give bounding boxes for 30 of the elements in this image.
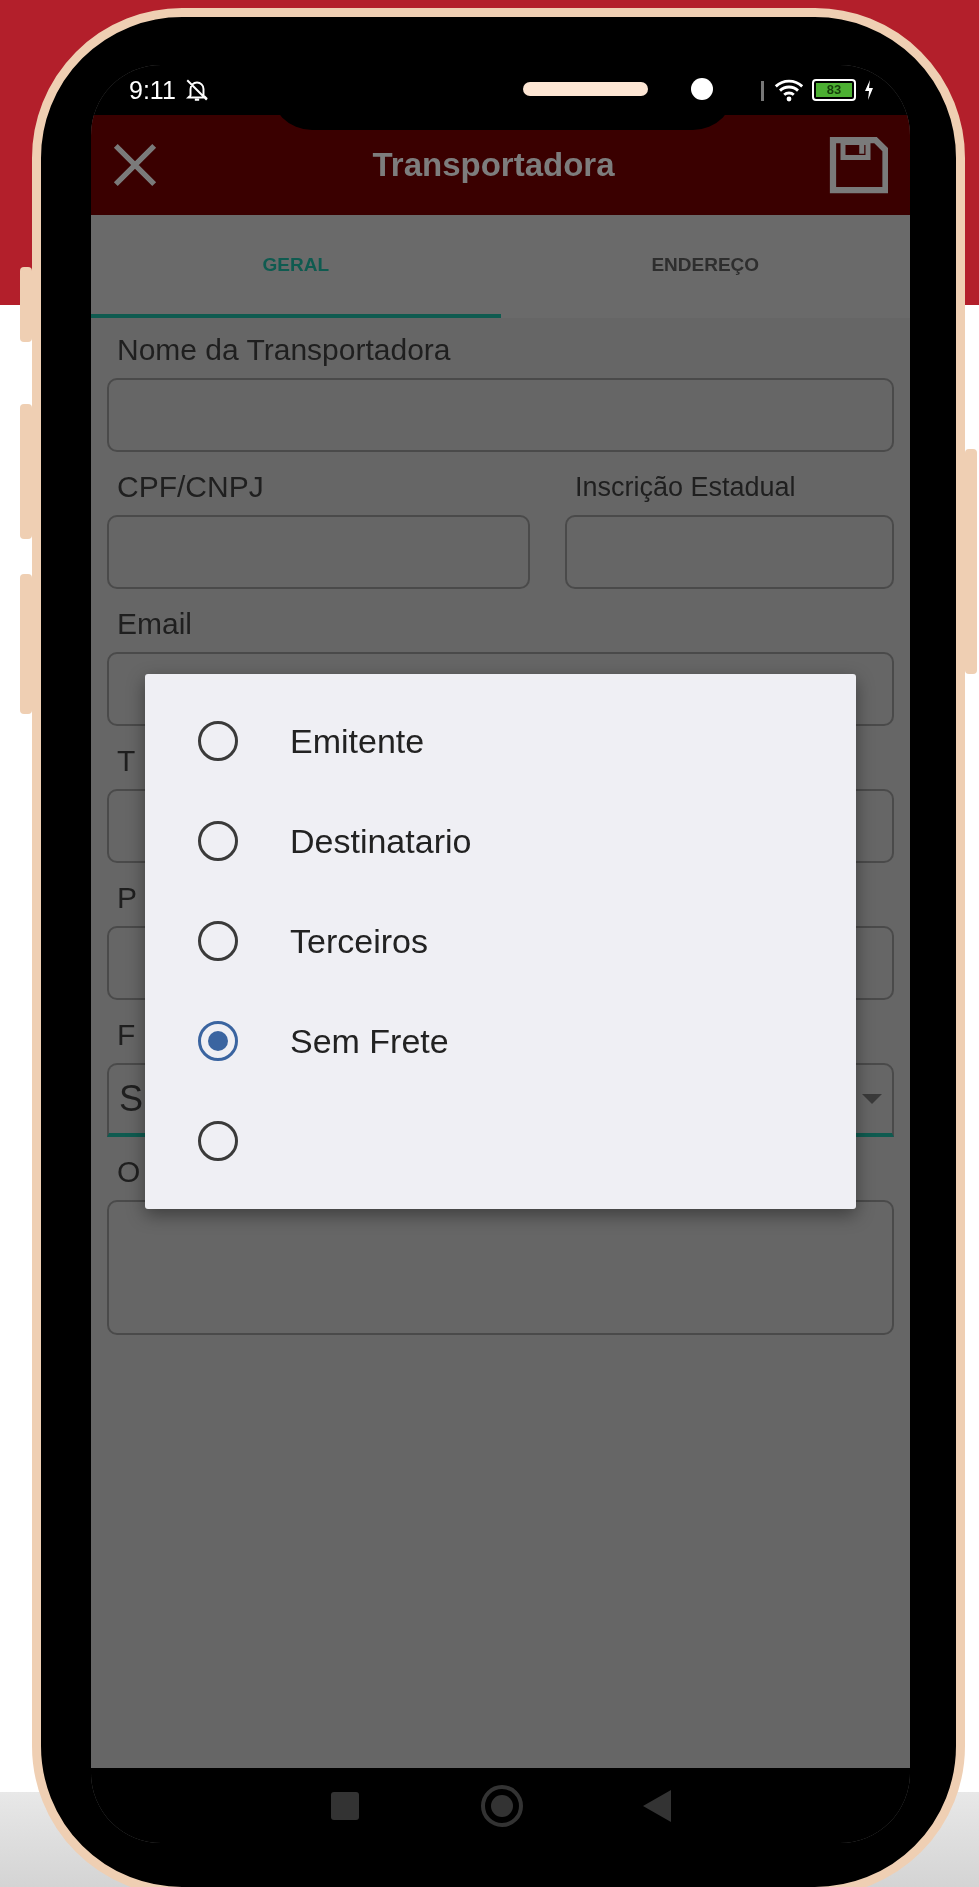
field-label: F [117, 1017, 136, 1053]
input-field[interactable] [565, 515, 894, 589]
input-field[interactable] [107, 515, 530, 589]
field-label: CPF/CNPJ [117, 469, 264, 505]
input-field[interactable] [107, 378, 894, 452]
status-time: 9:11 [129, 75, 176, 105]
charging-icon [864, 80, 874, 100]
radio-button[interactable] [198, 721, 238, 761]
close-button[interactable] [111, 141, 159, 189]
option-label[interactable]: Sem Frete [290, 1021, 449, 1061]
radio-button[interactable] [198, 821, 238, 861]
field-label: T [117, 743, 136, 779]
bell-off-icon [183, 77, 210, 103]
option-label[interactable]: Destinatario [290, 821, 472, 861]
battery-level: 83 [816, 83, 852, 97]
screen-title: Transportadora [372, 146, 615, 184]
field-label: Email [117, 606, 192, 642]
save-button[interactable] [828, 135, 888, 195]
field-label: Nome da Transportadora [117, 332, 451, 368]
option-label[interactable]: Emitente [290, 721, 425, 761]
field-label: O [117, 1154, 141, 1190]
radio-button[interactable] [198, 921, 238, 961]
signal-icon [760, 79, 766, 101]
field-label: Inscrição Estadual [575, 471, 796, 504]
option-label[interactable]: Terceiros [290, 921, 428, 961]
caret-icon [862, 1094, 882, 1104]
radio-button[interactable] [198, 1021, 238, 1061]
radio-button[interactable] [198, 1121, 238, 1161]
wifi-icon [774, 78, 804, 102]
field-label: P [117, 880, 137, 916]
